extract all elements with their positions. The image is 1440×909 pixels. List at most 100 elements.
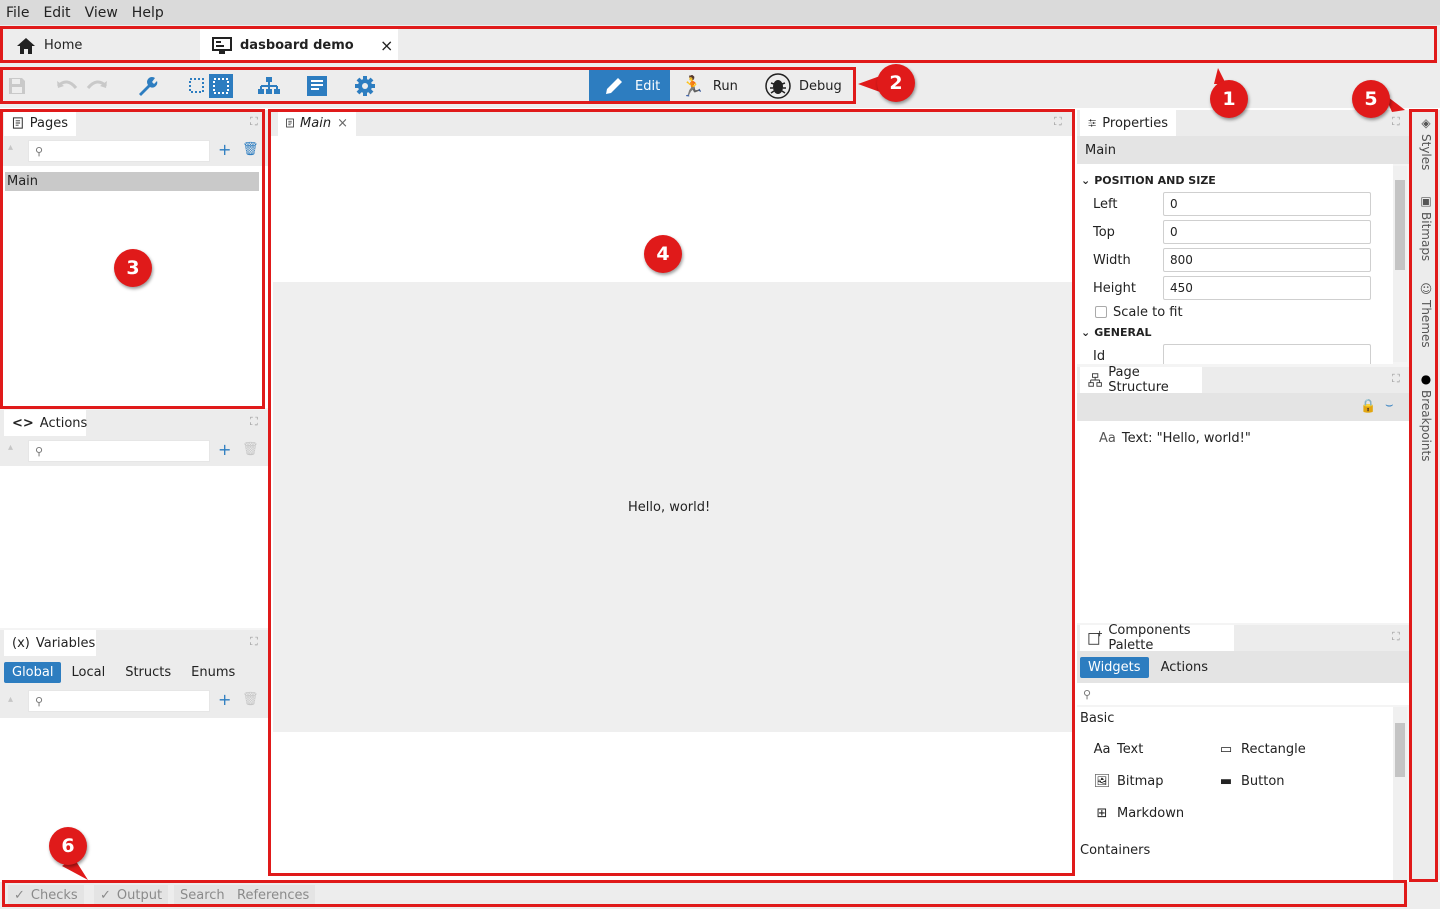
search-icon: ⚲ xyxy=(35,444,44,458)
actions-panel-tab[interactable]: <> Actions xyxy=(4,410,88,436)
callout-5: 5 xyxy=(1352,80,1390,118)
maximize-icon[interactable]: ⛶ xyxy=(1392,630,1400,644)
actions-search-input[interactable]: ⚲ xyxy=(28,440,210,462)
variables-panel-tab[interactable]: (x) Variables xyxy=(4,630,96,656)
run-mode-button[interactable]: 🏃 Run xyxy=(680,69,760,103)
tab-references[interactable]: References xyxy=(231,885,316,905)
side-tab-label: Styles xyxy=(1419,134,1433,171)
add-action-icon[interactable]: + xyxy=(218,440,231,459)
tab-close-icon[interactable]: × xyxy=(380,36,393,55)
variables-search-input[interactable]: ⚲ xyxy=(28,690,210,712)
canvas-hello-text[interactable]: Hello, world! xyxy=(628,500,710,515)
sort-icon[interactable]: ▴ xyxy=(8,694,13,705)
component-bitmap[interactable]: 🖼 Bitmap xyxy=(1093,765,1164,797)
properties-scrollbar[interactable] xyxy=(1393,166,1407,362)
tab-dashboard-demo[interactable]: dasboard demo × xyxy=(200,29,398,62)
width-field[interactable]: 800 xyxy=(1163,248,1371,272)
components-scrollbar[interactable] xyxy=(1393,707,1407,880)
general-section[interactable]: ⌄ GENERAL xyxy=(1077,322,1393,342)
running-person-icon: 🏃 xyxy=(680,74,705,98)
menu-view[interactable]: View xyxy=(85,5,118,21)
tree-item-text[interactable]: Aa Text: "Hello, world!" xyxy=(1099,431,1251,446)
side-tab-themes[interactable]: ☺ Themes xyxy=(1414,282,1438,348)
left-column: Pages ⛶ ▴ ⚲ + 🗑 Main <> Actions ⛶ ▴ ⚲ + … xyxy=(0,110,268,882)
menu-edit[interactable]: Edit xyxy=(43,5,70,21)
properties-panel-tab[interactable]: Properties xyxy=(1080,110,1176,136)
edit-mode-button[interactable]: Edit xyxy=(589,69,670,103)
maximize-icon[interactable]: ⛶ xyxy=(250,115,258,129)
prop-label: Top xyxy=(1093,224,1115,240)
side-tab-styles[interactable]: ◈ Styles xyxy=(1414,116,1438,170)
lock-icon[interactable]: 🔒 xyxy=(1360,399,1376,414)
maximize-icon[interactable]: ⛶ xyxy=(250,635,258,649)
maximize-icon[interactable]: ⛶ xyxy=(250,415,258,429)
markdown-icon: ⊞ xyxy=(1096,805,1108,821)
side-tab-breakpoints[interactable]: ● Breakpoints xyxy=(1414,372,1438,461)
save-icon[interactable] xyxy=(5,74,29,98)
scale-to-fit-checkbox[interactable] xyxy=(1095,306,1107,318)
wrench-icon[interactable] xyxy=(135,74,159,98)
tab-main-page[interactable]: Main × xyxy=(278,110,356,136)
top-field[interactable]: 0 xyxy=(1163,220,1371,244)
sort-icon[interactable]: ▴ xyxy=(8,442,13,453)
tab-structs[interactable]: Structs xyxy=(125,665,171,680)
list-item-page[interactable]: Main xyxy=(5,172,259,191)
select-filled-icon[interactable] xyxy=(209,74,233,98)
delete-action-icon[interactable]: 🗑 xyxy=(242,442,259,457)
tab-enums[interactable]: Enums xyxy=(191,665,235,680)
tab-local[interactable]: Local xyxy=(71,665,105,680)
height-field[interactable]: 450 xyxy=(1163,276,1371,300)
debug-mode-button[interactable]: Debug xyxy=(765,69,851,103)
tab-global[interactable]: Global xyxy=(4,661,62,683)
maximize-icon[interactable]: ⛶ xyxy=(1054,115,1062,129)
tab-component-actions[interactable]: Actions xyxy=(1161,660,1209,675)
comment-icon[interactable] xyxy=(305,74,329,98)
component-button[interactable]: ▬ Button xyxy=(1217,765,1285,797)
pencil-icon xyxy=(606,78,622,94)
component-markdown[interactable]: ⊞ Markdown xyxy=(1093,797,1185,829)
select-outline-icon[interactable] xyxy=(185,74,209,98)
tab-search[interactable]: Search xyxy=(174,885,231,905)
id-field[interactable] xyxy=(1163,344,1371,364)
component-text[interactable]: Aa Text xyxy=(1093,733,1144,765)
settings-gear-icon[interactable] xyxy=(353,74,377,98)
add-page-icon[interactable]: + xyxy=(218,140,231,159)
tab-output[interactable]: ✓ Output xyxy=(94,885,169,905)
tab-widgets[interactable]: Widgets xyxy=(1080,656,1149,678)
redo-icon[interactable] xyxy=(85,74,109,98)
components-palette-tab[interactable]: Components Palette xyxy=(1080,623,1234,653)
component-rectangle[interactable]: ▭ Rectangle xyxy=(1217,733,1306,765)
delete-variable-icon[interactable]: 🗑 xyxy=(242,692,259,707)
section-title: POSITION AND SIZE xyxy=(1094,173,1216,187)
styles-icon: ◈ xyxy=(1421,116,1431,130)
visibility-icon[interactable]: ⌣ xyxy=(1385,398,1394,413)
prop-top-row: Top 0 xyxy=(1077,218,1393,246)
tab-home[interactable]: Home xyxy=(4,29,198,62)
monitor-icon xyxy=(212,36,232,54)
left-field[interactable]: 0 xyxy=(1163,192,1371,216)
tab-checks[interactable]: ✓ Checks xyxy=(8,885,84,905)
add-variable-icon[interactable]: + xyxy=(218,690,231,709)
close-icon[interactable]: × xyxy=(337,116,348,131)
pages-panel-tab[interactable]: Pages xyxy=(4,110,76,136)
maximize-icon[interactable]: ⛶ xyxy=(1392,115,1400,129)
actions-panel-title: Actions xyxy=(39,415,88,431)
callout-1: 1 xyxy=(1210,80,1248,118)
pages-search-input[interactable]: ⚲ xyxy=(28,140,210,162)
breakpoint-dot-icon: ● xyxy=(1420,372,1432,386)
variables-search-row: ▴ ⚲ + 🗑 xyxy=(0,688,268,718)
sort-icon[interactable]: ▴ xyxy=(8,142,13,153)
undo-icon[interactable] xyxy=(55,74,79,98)
hierarchy-icon[interactable] xyxy=(257,74,281,98)
scrollbar-thumb[interactable] xyxy=(1395,180,1405,270)
page-structure-tab[interactable]: Page Structure xyxy=(1080,365,1202,395)
menu-file[interactable]: File xyxy=(6,5,29,21)
maximize-icon[interactable]: ⛶ xyxy=(1392,372,1400,386)
position-size-section[interactable]: ⌄ POSITION AND SIZE xyxy=(1077,170,1393,190)
side-tab-bitmaps[interactable]: ▣ Bitmaps xyxy=(1414,194,1438,261)
page-canvas[interactable]: Hello, world! xyxy=(273,282,1072,732)
menu-help[interactable]: Help xyxy=(132,5,164,21)
components-search-input[interactable]: ⚲ xyxy=(1077,683,1410,705)
delete-page-icon[interactable]: 🗑 xyxy=(242,142,259,157)
scrollbar-thumb[interactable] xyxy=(1395,723,1405,777)
